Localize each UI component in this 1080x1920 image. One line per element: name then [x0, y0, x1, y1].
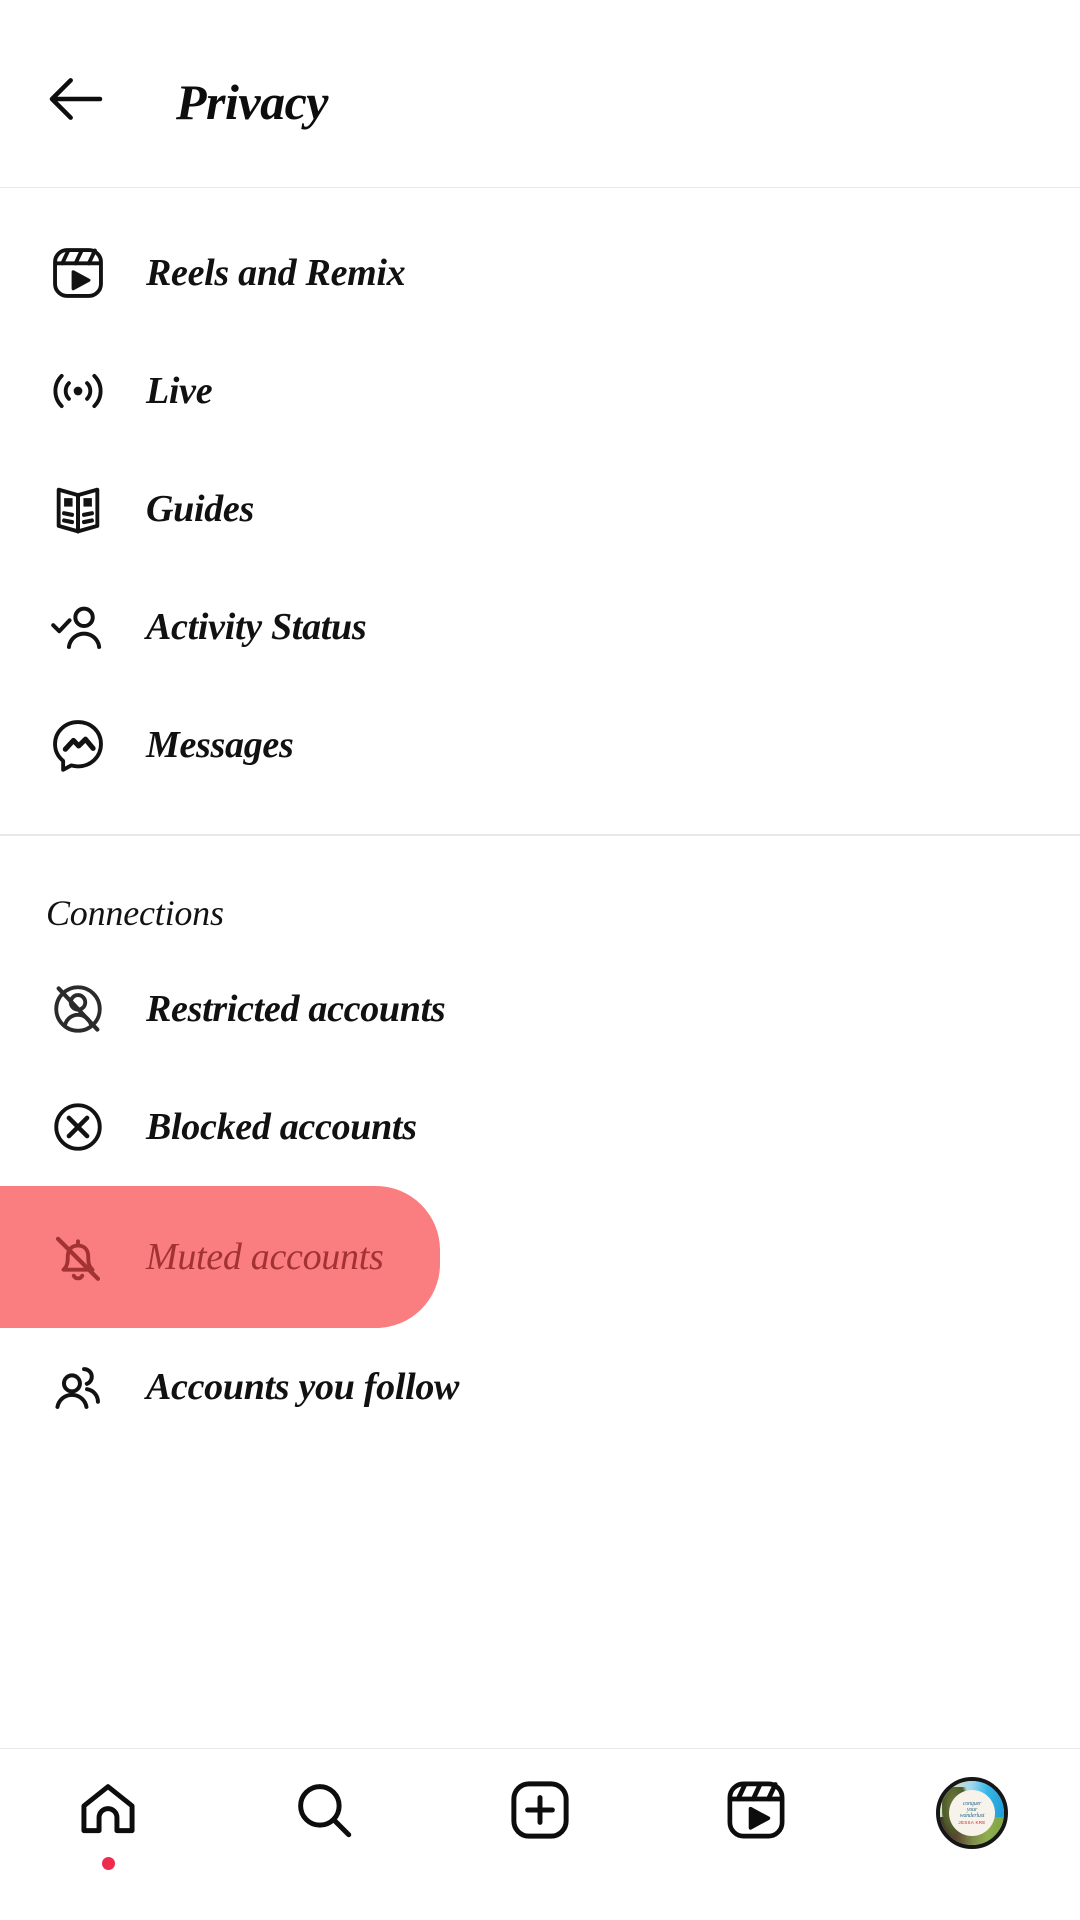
messenger-icon	[46, 713, 110, 777]
settings-row-reels-and-remix[interactable]: Reels and Remix	[0, 214, 1080, 332]
section-heading-connections: Connections	[46, 892, 224, 933]
settings-row-activity-status[interactable]: Activity Status	[0, 568, 1080, 686]
nav-item-search[interactable]	[216, 1777, 432, 1897]
bottom-navigation-bar: conquer your wanderlust JESSA KRE	[0, 1748, 1080, 1920]
settings-row-muted-accounts[interactable]: Muted accounts	[0, 1185, 440, 1328]
reels-icon	[723, 1777, 789, 1848]
avatar-badge-line4: JESSA KRE	[958, 1819, 986, 1825]
section-connections: Connections Restricted accounts Blocked …	[0, 836, 1080, 1446]
avatar-badge-line3: wanderlust	[959, 1813, 985, 1819]
plus-square-icon	[507, 1777, 573, 1848]
page-header: Privacy	[0, 16, 1080, 188]
settings-row-label: Live	[146, 370, 213, 412]
restricted-person-icon	[46, 977, 110, 1041]
settings-row-accounts-you-follow[interactable]: Accounts you follow	[0, 1328, 1080, 1446]
person-check-icon	[46, 595, 110, 659]
back-button[interactable]	[44, 70, 108, 134]
settings-row-restricted-accounts[interactable]: Restricted accounts	[0, 950, 1080, 1068]
avatar-badge: conquer your wanderlust JESSA KRE	[949, 1790, 995, 1836]
settings-row-guides[interactable]: Guides	[0, 450, 1080, 568]
nav-item-reels[interactable]	[648, 1777, 864, 1897]
home-notification-dot	[101, 1857, 115, 1870]
guides-book-icon	[46, 477, 110, 541]
settings-list: Reels and Remix Live Guides Activity Sta…	[0, 188, 1080, 1748]
privacy-settings-screen: Privacy Reels and Remix Live Guides Acti…	[0, 0, 1080, 1920]
settings-row-live[interactable]: Live	[0, 332, 1080, 450]
muted-bell-icon	[46, 1225, 110, 1289]
settings-row-label: Reels and Remix	[146, 252, 406, 294]
settings-row-label: Guides	[146, 488, 254, 530]
settings-row-label: Restricted accounts	[146, 987, 446, 1030]
settings-row-label: Messages	[146, 724, 294, 766]
live-broadcast-icon	[46, 359, 110, 423]
reels-icon	[46, 241, 110, 305]
profile-avatar: conquer your wanderlust JESSA KRE	[936, 1777, 1008, 1849]
nav-item-create[interactable]	[432, 1777, 648, 1897]
page-title: Privacy	[176, 73, 328, 130]
search-icon	[291, 1777, 357, 1848]
home-icon	[75, 1777, 141, 1848]
settings-row-label: Muted accounts	[146, 1235, 384, 1278]
two-people-icon	[46, 1355, 110, 1419]
settings-row-label: Activity Status	[146, 606, 367, 648]
nav-item-home[interactable]	[0, 1777, 216, 1897]
settings-row-blocked-accounts[interactable]: Blocked accounts	[0, 1068, 1080, 1186]
settings-row-messages[interactable]: Messages	[0, 686, 1080, 804]
settings-row-label: Accounts you follow	[146, 1365, 460, 1408]
status-bar	[0, 0, 1080, 16]
section-interactions: Reels and Remix Live Guides Activity Sta…	[0, 188, 1080, 834]
blocked-x-circle-icon	[46, 1095, 110, 1159]
nav-item-profile[interactable]: conquer your wanderlust JESSA KRE	[864, 1777, 1080, 1897]
back-arrow-icon	[44, 67, 108, 136]
settings-row-label: Blocked accounts	[146, 1105, 417, 1148]
